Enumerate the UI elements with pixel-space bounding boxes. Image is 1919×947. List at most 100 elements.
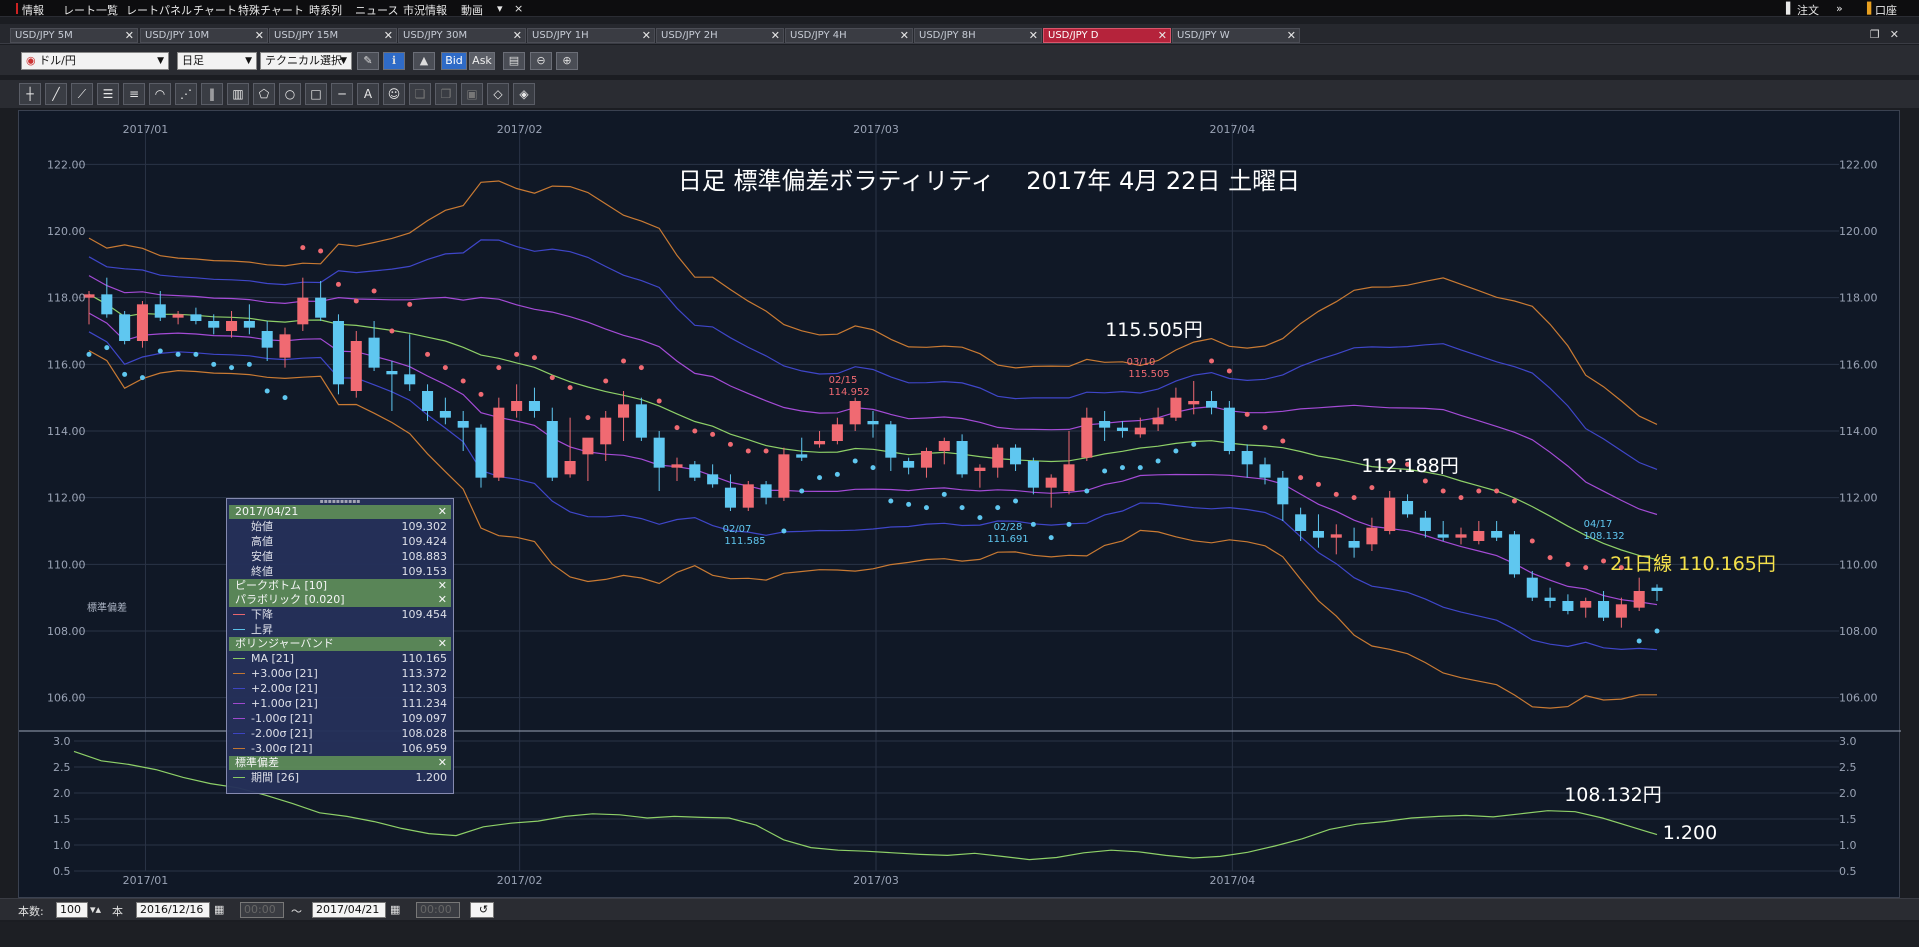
emoji-icon[interactable]: ☺ [383, 83, 405, 105]
reload-icon[interactable]: ↺ [470, 902, 494, 918]
window-close-icon[interactable]: ✕ [1890, 28, 1909, 41]
account-button[interactable]: 口座 [1875, 2, 1897, 18]
candle-body [119, 314, 131, 341]
menu-more-icon[interactable]: ▾ [497, 2, 503, 15]
count-unit: 本 [112, 905, 123, 918]
order-button[interactable]: 注文 [1797, 2, 1819, 18]
psar-dot [745, 448, 751, 454]
zoom-in-icon[interactable]: ⊕ [556, 52, 578, 70]
pencil-icon[interactable]: ✎ [357, 52, 379, 70]
fibonacci-arc-icon[interactable]: ◠ [149, 83, 171, 105]
tab-1h[interactable]: USD/JPY 1H ✕ [527, 28, 655, 43]
candle-body [422, 391, 434, 411]
close-icon[interactable]: ✕ [438, 756, 447, 770]
menu-close-icon[interactable]: × [514, 2, 523, 15]
close-icon[interactable]: ✕ [1158, 29, 1167, 42]
close-icon[interactable]: ✕ [438, 593, 447, 607]
psar-dot [389, 328, 395, 334]
data-window[interactable]: ▪▪▪▪▪▪▪▪▪▪ 2017/04/21 ✕ 始値 109.302 高値 109.4… [226, 498, 454, 794]
crosshair-icon[interactable]: ┼ [19, 83, 41, 105]
text-icon[interactable]: A [357, 83, 379, 105]
close-icon[interactable]: ✕ [255, 29, 264, 42]
polygon-icon[interactable]: ⬠ [253, 83, 275, 105]
copy-icon[interactable]: ❏ [409, 83, 431, 105]
menu-info[interactable]: 情報 [16, 2, 44, 18]
zoom-out-icon[interactable]: ⊖ [530, 52, 552, 70]
ruler-icon[interactable]: ⟋ [71, 83, 93, 105]
candle-body [653, 437, 665, 468]
close-icon[interactable]: ✕ [1287, 29, 1296, 42]
menu-special-chart[interactable]: 特殊チャート [238, 2, 304, 18]
parallel-lines-icon[interactable]: ☰ [97, 83, 119, 105]
ask-button[interactable]: Ask [469, 52, 495, 70]
rectangle-icon[interactable]: □ [305, 83, 327, 105]
fan-icon[interactable]: ⋰ [175, 83, 197, 105]
horizontal-lines-icon[interactable]: ≡ [123, 83, 145, 105]
expand-icon[interactable]: » [1836, 2, 1843, 15]
circle-icon[interactable]: ○ [279, 83, 301, 105]
close-icon[interactable]: ✕ [642, 29, 651, 42]
gann-icon[interactable]: ▥ [227, 83, 249, 105]
ohlc-row: 安値 108.883 [227, 549, 453, 564]
info-icon[interactable]: ℹ [383, 52, 405, 70]
layer-icon[interactable]: ▣ [461, 83, 483, 105]
close-icon[interactable]: ✕ [1029, 29, 1038, 42]
menu-video[interactable]: 動画 [461, 2, 483, 18]
currency-pair-select[interactable]: ◉ ドル/円 ▼ [21, 52, 169, 70]
tab-w[interactable]: USD/JPY W ✕ [1172, 28, 1300, 43]
candle-body [172, 314, 184, 318]
vertical-lines-icon[interactable]: ‖ [201, 83, 223, 105]
menu-news[interactable]: ニュース [355, 2, 398, 18]
candle-body [1419, 517, 1431, 531]
menu-rate-panel[interactable]: レートパネル [126, 2, 192, 18]
area-chart-icon[interactable]: ▲ [413, 52, 435, 70]
tab-10m[interactable]: USD/JPY 10M ✕ [140, 28, 268, 43]
hline-icon[interactable]: ─ [331, 83, 353, 105]
tab-8h[interactable]: USD/JPY 8H ✕ [914, 28, 1042, 43]
close-icon[interactable]: ✕ [771, 29, 780, 42]
menu-chart[interactable]: チャート [193, 2, 237, 18]
bar-count-stepper-icon[interactable]: ▾▴ [90, 903, 101, 916]
tab-15m[interactable]: USD/JPY 15M ✕ [269, 28, 397, 43]
candle-body [618, 404, 630, 418]
close-icon[interactable]: ✕ [900, 29, 909, 42]
close-icon[interactable]: ✕ [125, 29, 134, 42]
menu-rate-list[interactable]: レート一覧 [63, 2, 118, 18]
from-date-input[interactable]: 2016/12/16 [136, 902, 210, 918]
paste-icon[interactable]: ❐ [435, 83, 457, 105]
psar-dot [567, 385, 573, 391]
calendar-icon[interactable]: ▦ [390, 903, 400, 916]
psar-dot [1209, 358, 1215, 364]
calendar-icon[interactable]: ▦ [214, 903, 224, 916]
psar-dot [1155, 458, 1161, 464]
display-settings-icon[interactable]: ▤ [503, 52, 525, 70]
technical-select[interactable]: テクニカル選択 ▼ [260, 52, 352, 70]
period-select[interactable]: 日足 ▼ [177, 52, 257, 70]
close-icon[interactable]: ✕ [438, 505, 447, 519]
tab-30m[interactable]: USD/JPY 30M ✕ [398, 28, 526, 43]
close-icon[interactable]: ✕ [384, 29, 393, 42]
bid-button[interactable]: Bid [441, 52, 467, 70]
price-tick-label-left: 116.00 [47, 358, 86, 371]
to-date-input[interactable]: 2017/04/21 [312, 902, 386, 918]
bar-count-input[interactable]: 100 [56, 902, 88, 918]
to-time-input[interactable]: 00:00 [416, 902, 460, 918]
close-icon[interactable]: ✕ [438, 637, 447, 651]
candle-body [1437, 534, 1449, 538]
close-icon[interactable]: ✕ [438, 579, 447, 593]
trendline-icon[interactable]: ╱ [45, 83, 67, 105]
tab-5m[interactable]: USD/JPY 5M ✕ [10, 28, 138, 43]
restore-icon[interactable]: ❐ [1870, 28, 1890, 41]
eraser-icon[interactable]: ◇ [487, 83, 509, 105]
menu-bar: 情報 レート一覧 レートパネル チャート 特殊チャート 時系列 ニュース 市況情… [0, 0, 1919, 17]
menu-market-info[interactable]: 市況情報 [403, 2, 447, 18]
drawing-toolbar: ┼ ╱ ⟋ ☰ ≡ ◠ ⋰ ‖ ▥ ⬠ ○ □ ─ A ☺ ❏ ❐ ▣ ◇ ◈ [0, 80, 1919, 108]
ohlc-value: 109.302 [401, 520, 448, 533]
menu-timeseries[interactable]: 時系列 [309, 2, 342, 18]
eraser-all-icon[interactable]: ◈ [513, 83, 535, 105]
tab-2h[interactable]: USD/JPY 2H ✕ [656, 28, 784, 43]
tab-4h[interactable]: USD/JPY 4H ✕ [785, 28, 913, 43]
from-time-input[interactable]: 00:00 [240, 902, 284, 918]
close-icon[interactable]: ✕ [513, 29, 522, 42]
tab-d[interactable]: USD/JPY D ✕ [1043, 28, 1171, 43]
